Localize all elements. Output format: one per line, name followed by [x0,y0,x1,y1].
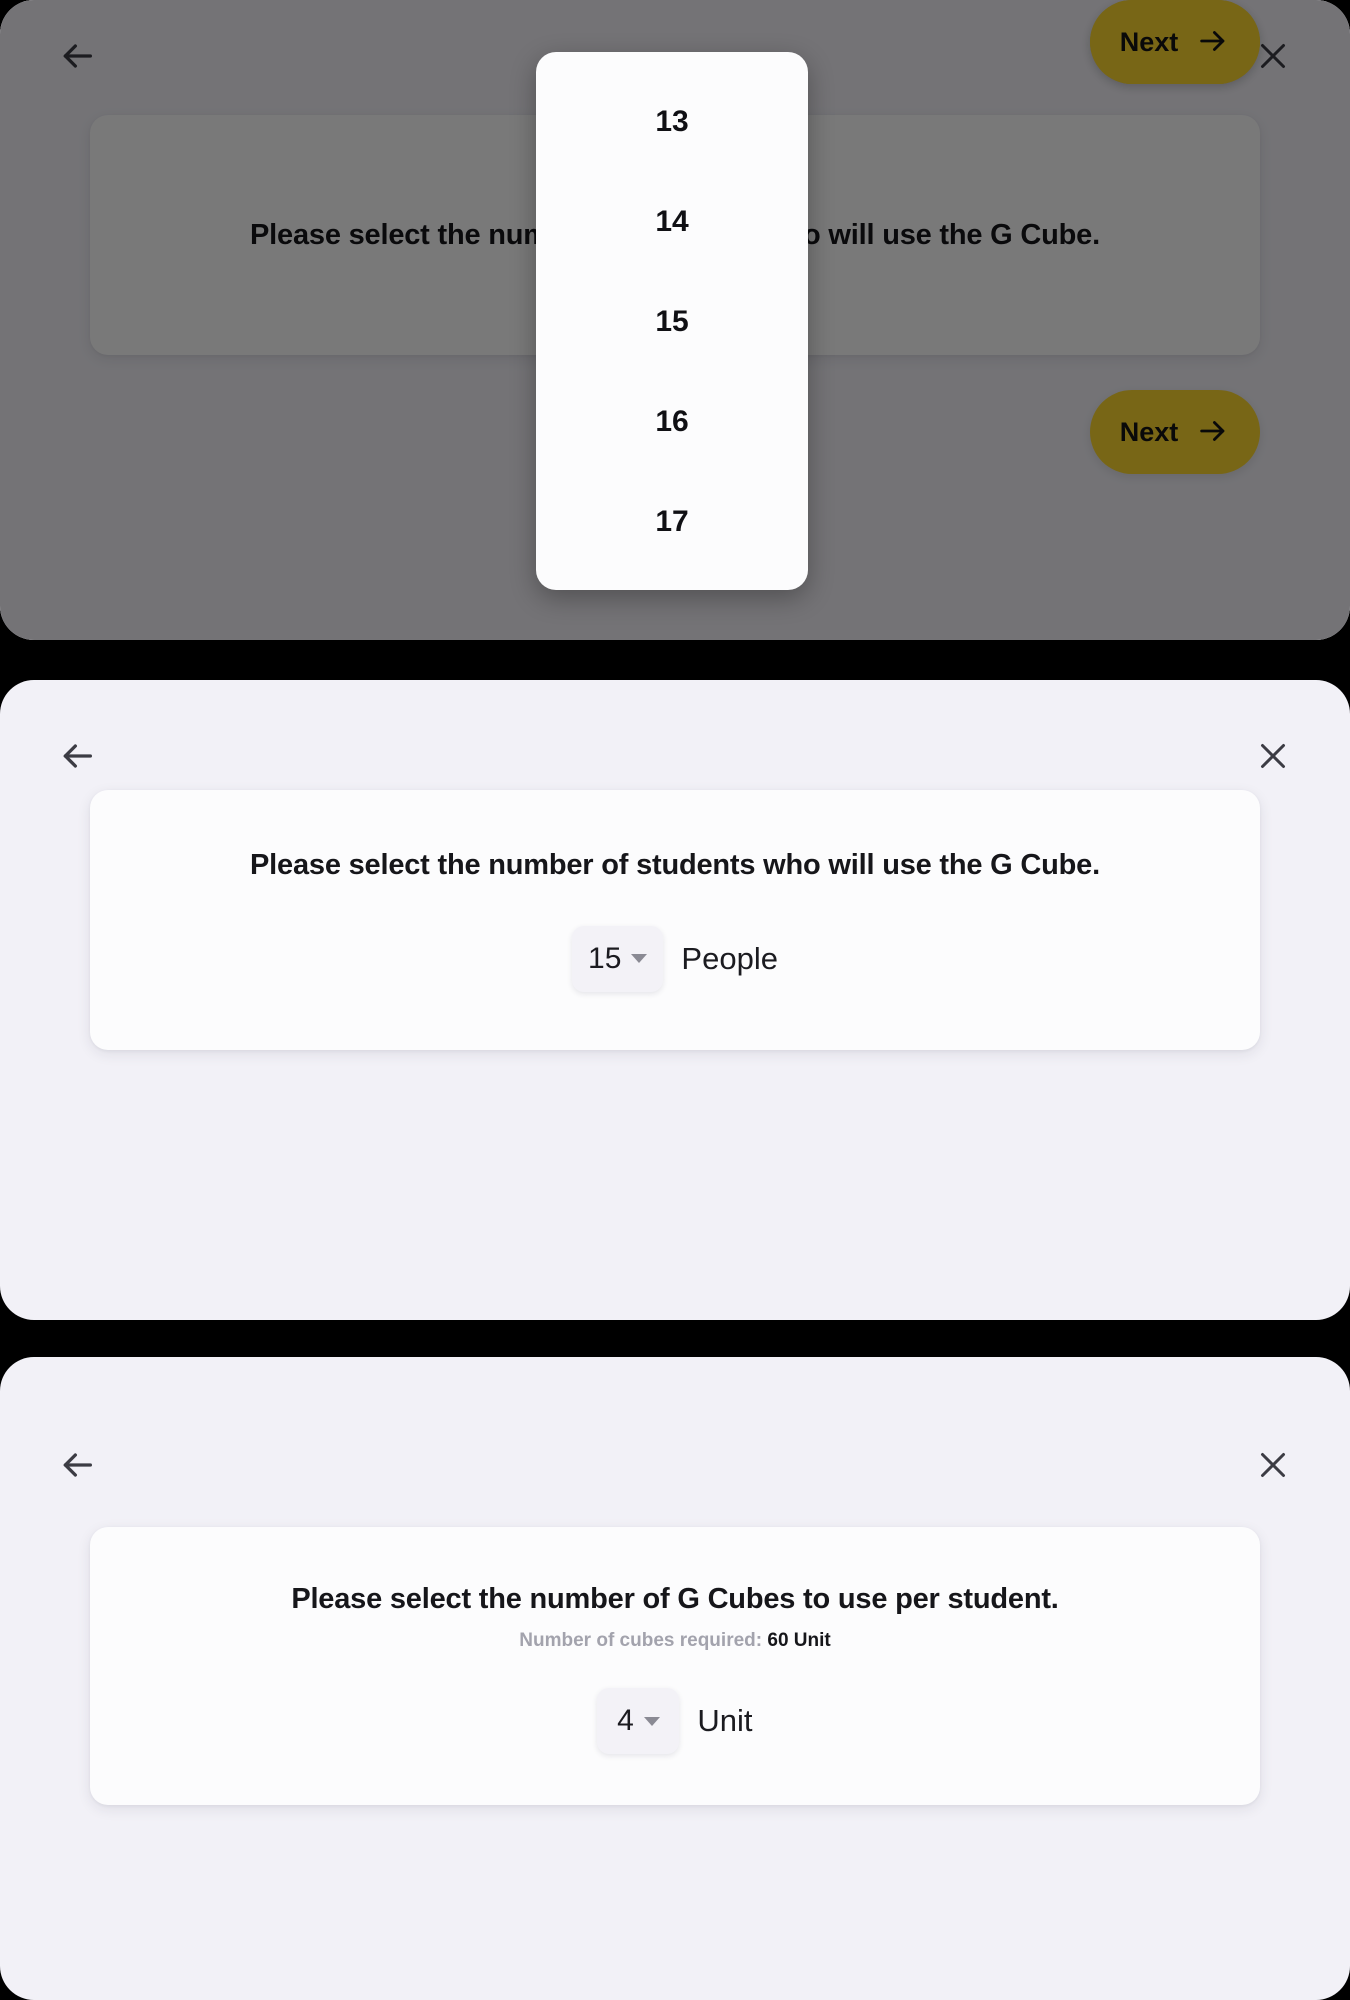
number-dropdown-menu[interactable]: 131415161718 [536,52,808,590]
panel3-inner: Please select the number of G Cubes to u… [0,1357,1350,2000]
panel-step-students-selected: Please select the number of students who… [0,680,1350,1320]
panel1-inner: Please select the number of students who… [0,0,1350,640]
panel-step-cubes-per-student: Please select the number of G Cubes to u… [0,1357,1350,2000]
close-button[interactable] [1244,1436,1302,1494]
arrow-left-icon [57,36,97,76]
close-x-icon [1255,1447,1291,1483]
panel2-select-row: 15 People [572,925,778,992]
close-x-icon [1255,738,1291,774]
dropdown-option[interactable]: 13 [536,72,808,172]
panel-step-students-dropdown-open: Please select the number of students who… [0,0,1350,640]
arrow-right-icon [1196,414,1230,451]
panel2-inner: Please select the number of students who… [0,680,1350,1320]
back-button[interactable] [48,1436,106,1494]
panel3-question-card: Please select the number of G Cubes to u… [90,1527,1260,1805]
panel2-question-title: Please select the number of students who… [250,848,1100,881]
panel3-required-cubes-note: Number of cubes required: 60 Unit [519,1630,830,1652]
cubes-per-student-unit-label: Unit [697,1703,753,1738]
arrow-left-icon [57,736,97,776]
dropdown-option[interactable]: 18 [536,572,808,590]
required-cubes-prefix: Number of cubes required: [519,1630,768,1651]
dropdown-option[interactable]: 17 [536,472,808,572]
close-button[interactable] [1244,727,1302,785]
panel1-next-button[interactable]: Next [1090,390,1260,474]
required-cubes-value: 60 Unit [767,1630,831,1651]
cubes-per-student-select[interactable]: 4 [597,1688,680,1754]
panel3-question-title: Please select the number of G Cubes to u… [291,1583,1059,1615]
panel3-next-label: Next [1119,26,1179,57]
cubes-per-student-value: 4 [617,1704,634,1737]
arrow-right-icon [1196,24,1230,61]
chevron-down-icon [631,954,648,963]
panel2-question-card: Please select the number of students who… [90,790,1260,1050]
dropdown-option[interactable]: 16 [536,372,808,472]
student-count-value: 15 [588,941,622,975]
dropdown-option-list: 131415161718 [536,72,808,590]
student-count-unit-label: People [681,940,778,976]
panel1-next-label: Next [1119,416,1179,447]
arrow-left-icon [57,1445,97,1485]
chevron-down-icon [643,1716,660,1726]
student-count-select[interactable]: 15 [572,925,664,992]
close-x-icon [1255,38,1291,74]
dropdown-option[interactable]: 14 [536,172,808,272]
back-button[interactable] [48,27,106,85]
back-button[interactable] [48,727,106,785]
panel3-next-button[interactable]: Next [1090,0,1260,84]
dropdown-option[interactable]: 15 [536,272,808,372]
panel3-top-bar [0,1409,1350,1521]
panel3-select-row: 4 Unit [597,1688,753,1754]
screenshot-root: Please select the number of students who… [0,0,1350,2000]
